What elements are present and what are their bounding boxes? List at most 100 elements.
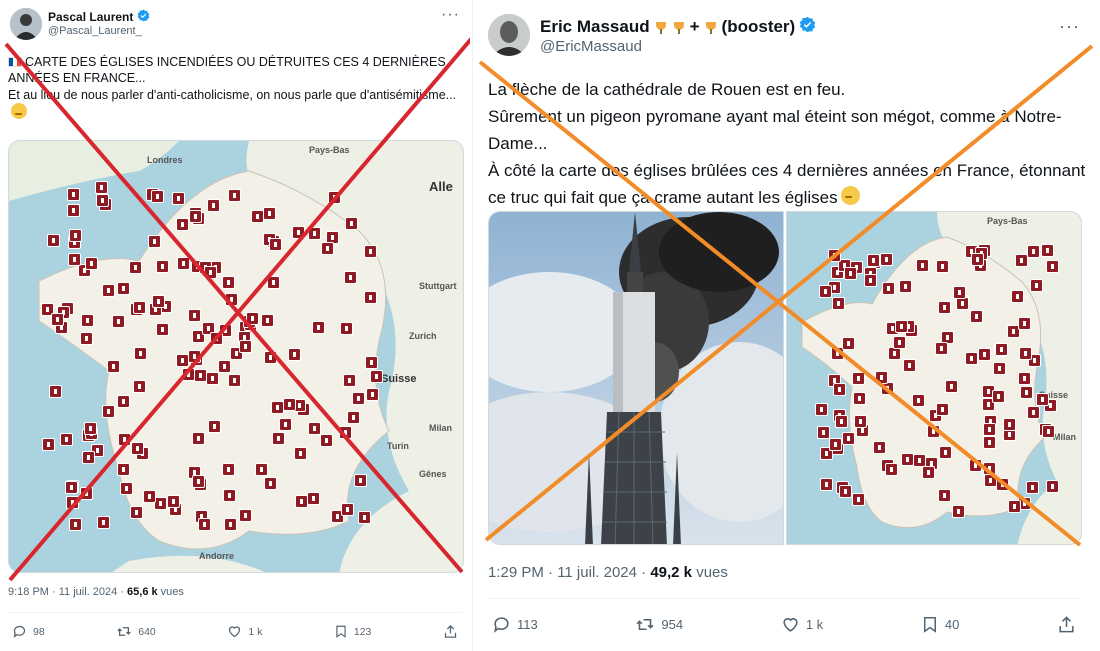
church-marker-icon [344,271,357,284]
tweet-pascal-laurent[interactable]: Pascal Laurent @Pascal_Laurent_ ··· CART… [0,0,470,651]
church-marker-icon [225,293,238,306]
timestamp-text[interactable]: 9:18 PM · 11 juil. 2024 · [8,586,127,598]
map-label-pays-bas: Pays-Bas [987,216,1028,226]
more-icon[interactable]: ··· [1059,16,1080,37]
views-label: vues [692,564,728,581]
church-marker-icon [1041,244,1054,257]
like-button[interactable]: 1 k [227,624,262,639]
church-marker-icon [308,422,321,435]
church-marker-icon [835,415,848,428]
divider [8,612,462,613]
bookmark-icon [336,625,346,638]
timestamp-text[interactable]: 1:29 PM · 11 juil. 2024 · [488,564,650,581]
name-plus: + [689,17,700,36]
author-name[interactable]: Eric Massaud [540,17,650,37]
church-marker-icon [1019,347,1032,360]
church-marker-icon [66,496,79,509]
repost-button[interactable]: 954 [635,615,683,634]
map-label-zurich: Zurich [409,331,437,341]
like-icon [229,626,241,638]
tweet-timestamp[interactable]: 9:18 PM · 11 juil. 2024 · 65,6 k vues [8,586,184,598]
author-name-line[interactable]: Eric Massaud + (booster) [540,16,816,38]
church-marker-icon [84,422,97,435]
church-marker-icon [69,518,82,531]
like-button[interactable]: 1 k [781,615,823,634]
church-marker-icon [321,242,334,255]
cocktail-emoji-icon [705,20,717,34]
church-marker-icon [112,315,125,328]
church-marker-icon [263,207,276,220]
tweet-image-cathedral-fire[interactable] [488,211,784,545]
church-marker-icon [340,322,353,335]
church-marker-icon [96,194,109,207]
church-marker-icon [60,433,73,446]
verified-icon [137,9,150,25]
reply-button[interactable]: 98 [12,624,45,639]
bookmark-button[interactable]: 40 [921,615,959,634]
author-name[interactable]: Pascal Laurent [48,10,133,24]
repost-button[interactable]: 640 [116,624,156,639]
church-marker-icon [341,503,354,516]
church-marker-icon [864,274,877,287]
church-marker-icon [264,351,277,364]
church-marker-icon [842,432,855,445]
author-handle[interactable]: @EricMassaud [540,38,642,55]
author-name-line[interactable]: Pascal Laurent [48,9,150,25]
church-marker-icon [343,374,356,387]
church-marker-icon [102,284,115,297]
church-marker-icon [80,332,93,345]
share-button[interactable] [443,624,458,639]
church-marker-icon [208,420,221,433]
church-marker-icon [885,463,898,476]
like-icon [783,618,798,632]
church-marker-icon [984,474,997,487]
repost-icon [636,618,654,631]
church-marker-icon [1008,500,1021,513]
church-marker-icon [222,463,235,476]
bookmark-button[interactable]: 123 [334,624,371,639]
map-label-milan: Milan [429,423,453,433]
church-marker-icon [945,380,958,393]
church-marker-icon [176,354,189,367]
tweet-text: CARTE DES ÉGLISES INCENDIÉES OU DÉTRUITE… [8,54,464,121]
views-count: 49,2 k [650,564,693,581]
church-marker-icon [844,267,857,280]
church-marker-icon [852,493,865,506]
church-marker-icon [922,466,935,479]
church-marker-icon [294,447,307,460]
tweet-image-map[interactable]: Londres Pays-Bas Alle Suisse Milan Turin… [8,140,464,573]
map-label-andorre: Andorre [199,551,235,561]
church-marker-icon [117,395,130,408]
church-marker-icon [308,227,321,240]
author-handle[interactable]: @Pascal_Laurent_ [48,25,142,37]
tweet-eric-massaud[interactable]: Eric Massaud + (booster) @EricMassaud ··… [476,0,1100,651]
church-marker-icon [971,253,984,266]
reply-button[interactable]: 113 [492,615,538,634]
reply-icon [493,617,509,633]
church-marker-icon [188,309,201,322]
church-marker-icon [912,394,925,407]
name-booster: (booster) [721,17,796,36]
church-marker-icon [117,282,130,295]
bookmark-icon [923,617,936,633]
church-marker-icon [1046,480,1059,493]
tweet-image-map[interactable]: Pays-Bas Suisse Milan [786,211,1082,545]
church-marker-icon [288,348,301,361]
avatar[interactable] [10,8,42,40]
avatar[interactable] [488,14,530,56]
tweet-timestamp[interactable]: 1:29 PM · 11 juil. 2024 · 49,2 k vues [488,564,728,581]
church-marker-icon [42,438,55,451]
church-marker-icon [279,418,292,431]
reply-icon [13,625,26,638]
more-icon[interactable]: ··· [441,6,460,24]
cocktail-emoji-icon [655,20,667,34]
share-button[interactable] [1057,615,1076,634]
church-marker-icon [69,229,82,242]
map-label-milan: Milan [1053,432,1077,442]
church-marker-icon [339,426,352,439]
church-marker-icon [65,481,78,494]
church-marker-icon [129,261,142,274]
church-marker-icon [82,451,95,464]
church-marker-icon [198,518,211,531]
church-marker-icon [156,260,169,273]
